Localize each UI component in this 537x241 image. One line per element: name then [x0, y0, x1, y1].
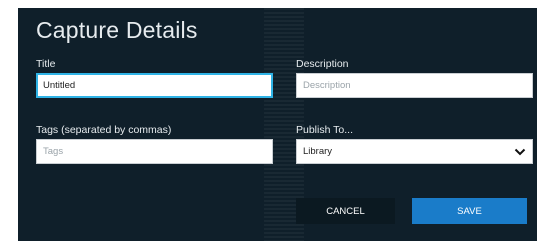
publish-to-select[interactable]: Library — [296, 139, 533, 164]
cancel-button[interactable]: CANCEL — [296, 198, 395, 224]
tags-label: Tags (separated by commas) — [36, 124, 172, 136]
chevron-down-icon — [514, 148, 526, 156]
description-input[interactable] — [296, 73, 533, 98]
title-label: Title — [36, 58, 56, 70]
tags-input[interactable] — [36, 139, 273, 164]
title-input[interactable] — [36, 73, 273, 98]
save-button[interactable]: SAVE — [412, 198, 527, 224]
capture-details-dialog: Capture Details Title Description Tags (… — [18, 8, 537, 241]
dialog-title: Capture Details — [36, 17, 198, 43]
publish-to-selected-value: Library — [303, 146, 333, 157]
cancel-button-label: CANCEL — [326, 205, 365, 217]
save-button-label: SAVE — [457, 205, 482, 217]
description-label: Description — [296, 58, 349, 70]
publish-to-label: Publish To... — [296, 124, 354, 136]
